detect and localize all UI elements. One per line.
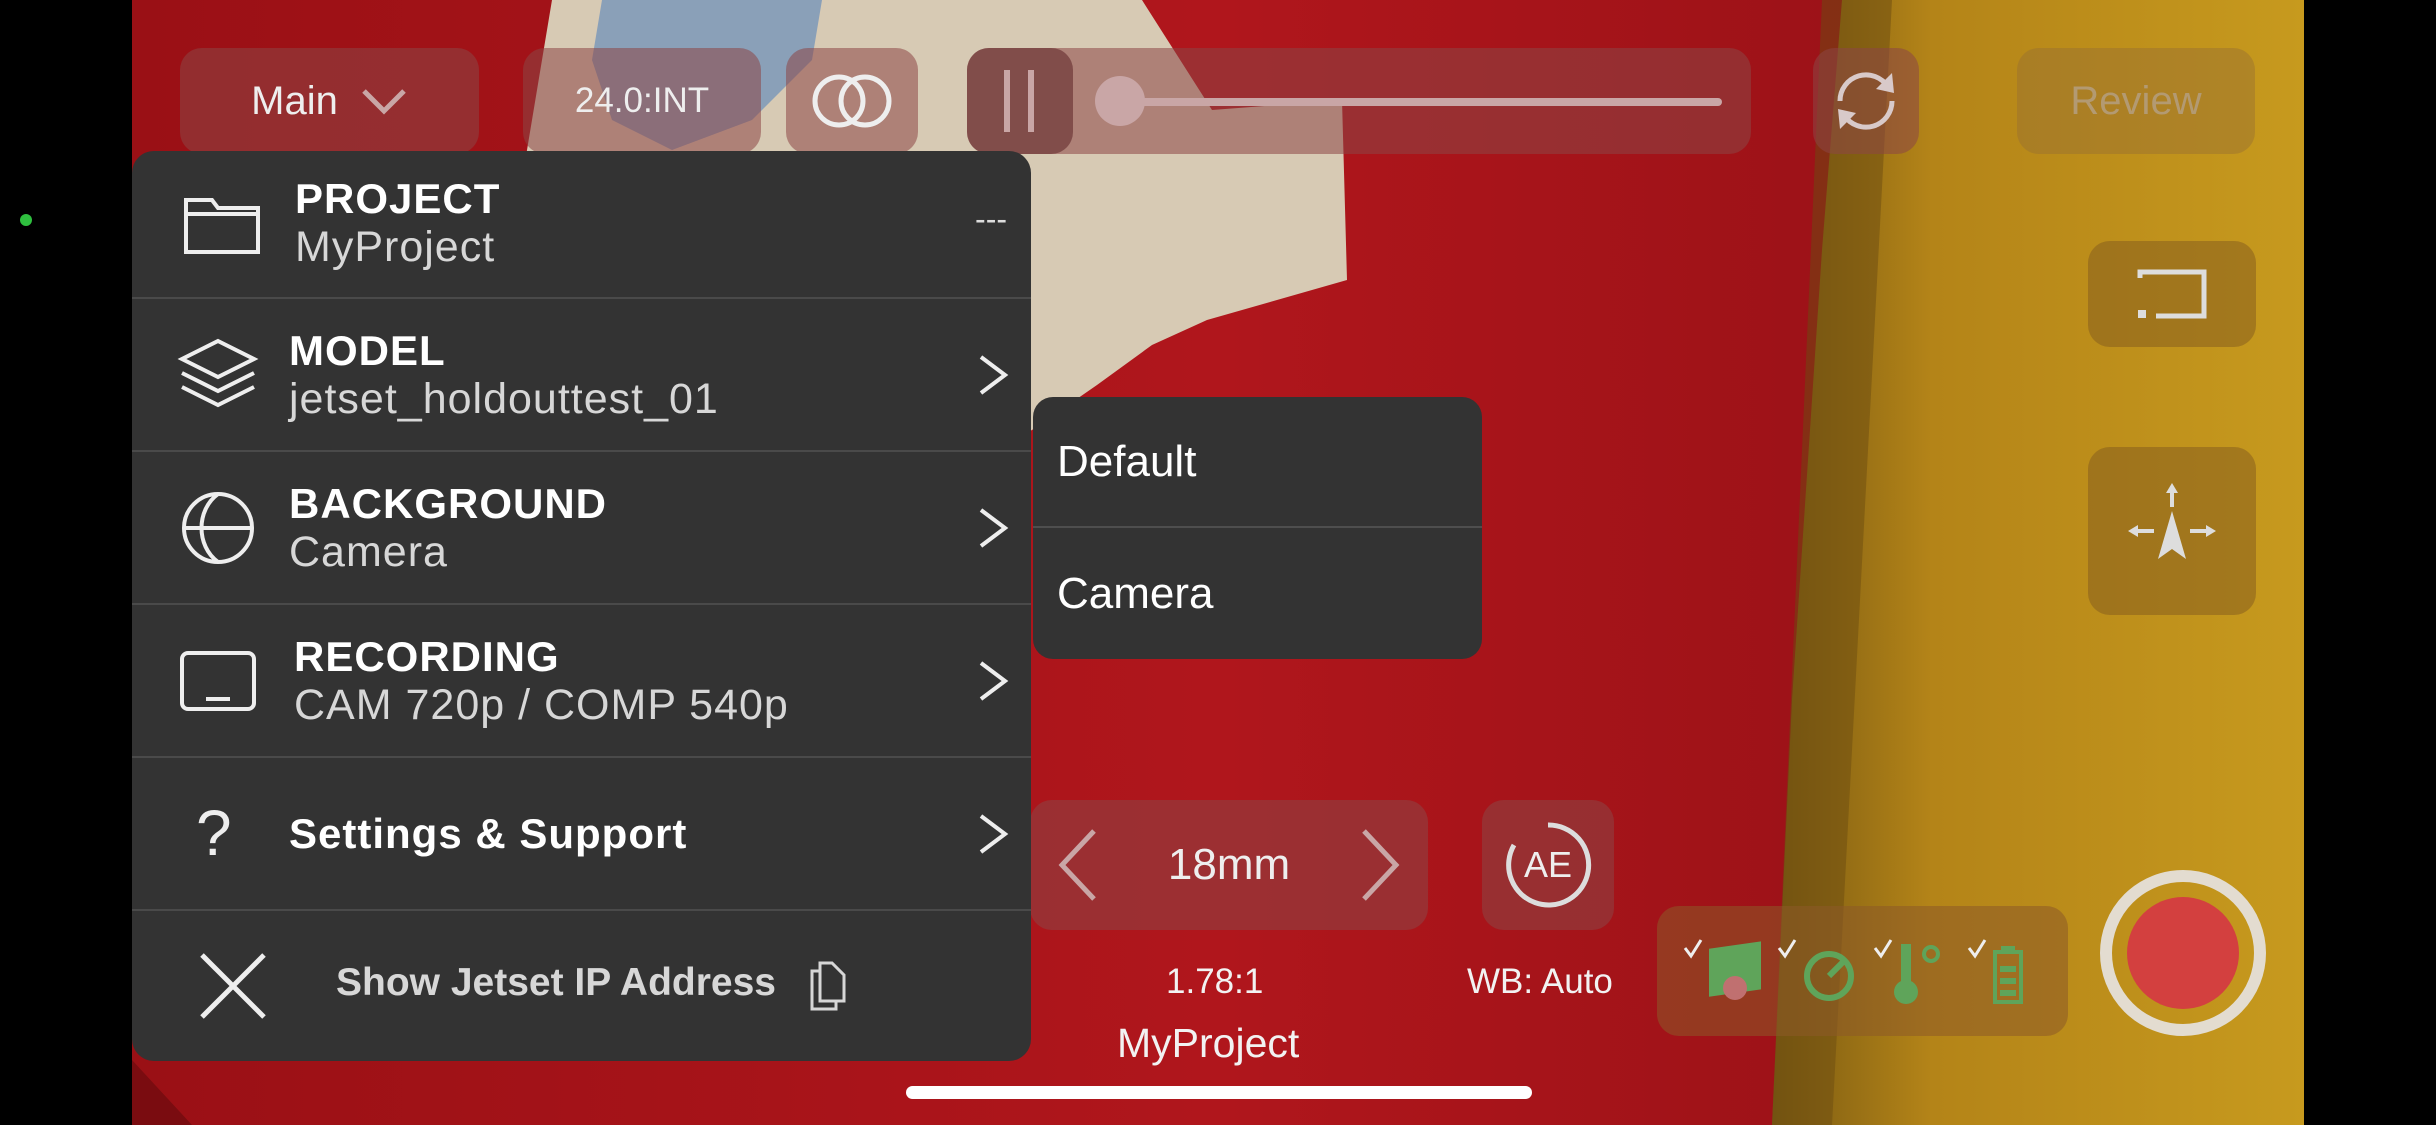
menu-title-recording: RECORDING <box>294 633 560 680</box>
cast-button[interactable] <box>2088 241 2256 347</box>
home-indicator <box>906 1086 1532 1099</box>
menu-item-model[interactable]: MODEL jetset_holdouttest_01 <box>132 299 1031 452</box>
camera-selector-label: Main <box>251 78 338 123</box>
chevron-left-icon[interactable] <box>1054 825 1104 905</box>
status-icons <box>1683 939 2023 1004</box>
menu-value-project: MyProject <box>295 223 496 271</box>
status-dot <box>20 214 32 226</box>
auto-exposure-button[interactable]: AE <box>1482 800 1614 930</box>
project-extra: --- <box>975 201 1007 237</box>
copy-icon <box>810 961 846 1011</box>
lens-selector[interactable]: 18mm <box>1030 800 1428 930</box>
pause-icon <box>1004 70 1034 132</box>
cast-icon <box>2137 269 2207 319</box>
record-icon <box>2127 897 2239 1009</box>
layers-icon <box>177 338 259 407</box>
menu-value-recording: CAM 720p / COMP 540p <box>294 681 789 729</box>
tracking-button[interactable] <box>2088 447 2256 615</box>
menu-title-project: PROJECT <box>295 175 501 222</box>
menu-item-settings[interactable]: ? Settings & Support <box>132 758 1031 911</box>
menu-item-recording[interactable]: RECORDING CAM 720p / COMP 540p <box>132 605 1031 758</box>
chevron-right-icon <box>979 813 1009 854</box>
show-ip-address-label: Show Jetset IP Address <box>336 961 776 1004</box>
scrubber-track[interactable] <box>1122 98 1722 106</box>
background-submenu: Default Camera <box>1033 397 1482 659</box>
pause-button[interactable] <box>967 48 1073 154</box>
review-button[interactable]: Review <box>2017 48 2255 154</box>
menu-title-background: BACKGROUND <box>289 480 607 527</box>
menu-item-background[interactable]: BACKGROUND Camera <box>132 452 1031 605</box>
menu-value-model: jetset_holdouttest_01 <box>289 375 719 423</box>
submenu-item-default[interactable]: Default <box>1033 397 1482 528</box>
chevron-right-icon <box>979 507 1009 548</box>
chevron-right-icon <box>979 354 1009 395</box>
ae-label: AE <box>1523 844 1573 885</box>
chevron-down-icon <box>362 89 406 115</box>
menu-item-ip-address: Show Jetset IP Address <box>132 911 1031 1061</box>
menu-title-model: MODEL <box>289 327 446 374</box>
speed-status-icon <box>1804 951 1854 1001</box>
submenu-item-camera[interactable]: Camera <box>1033 528 1482 659</box>
temperature-status-icon <box>1894 944 1940 1004</box>
question-icon: ? <box>196 797 232 869</box>
dual-circle-icon <box>812 74 892 128</box>
monitor-icon <box>180 650 256 711</box>
status-indicators <box>1657 906 2068 1036</box>
scrubber-bar[interactable] <box>967 48 1751 154</box>
menu-title-settings: Settings & Support <box>289 810 688 857</box>
review-label: Review <box>2070 78 2202 123</box>
project-name-footer: MyProject <box>1117 1020 1300 1066</box>
white-balance: WB: Auto <box>1467 962 1613 1001</box>
framerate-label: 24.0:INT <box>574 81 710 120</box>
composite-toggle[interactable] <box>786 48 918 154</box>
chevron-right-icon <box>979 660 1009 701</box>
aspect-ratio: 1.78:1 <box>1166 962 1264 1001</box>
record-button[interactable] <box>2100 870 2266 1036</box>
menu-item-project[interactable]: PROJECT MyProject --- <box>132 151 1031 299</box>
battery-status-icon <box>1993 946 2023 1004</box>
sync-icon <box>1837 72 1895 130</box>
framerate-button[interactable]: 24.0:INT <box>523 48 761 154</box>
globe-icon <box>182 491 254 564</box>
chevron-right-icon[interactable] <box>1354 825 1404 905</box>
main-menu: PROJECT MyProject --- MODEL jetset_holdo… <box>132 151 1031 1061</box>
close-icon[interactable] <box>198 951 268 1021</box>
camera-selector[interactable]: Main <box>180 48 479 154</box>
sync-button[interactable] <box>1813 48 1919 154</box>
scrubber-handle[interactable] <box>1095 76 1145 126</box>
focal-length: 18mm <box>1167 840 1291 889</box>
show-ip-address-button[interactable]: Show Jetset IP Address <box>336 955 854 1011</box>
camera-status-icon <box>1709 941 1761 1000</box>
menu-value-background: Camera <box>289 528 448 576</box>
folder-icon <box>184 198 260 254</box>
tracking-icon <box>2128 483 2216 559</box>
